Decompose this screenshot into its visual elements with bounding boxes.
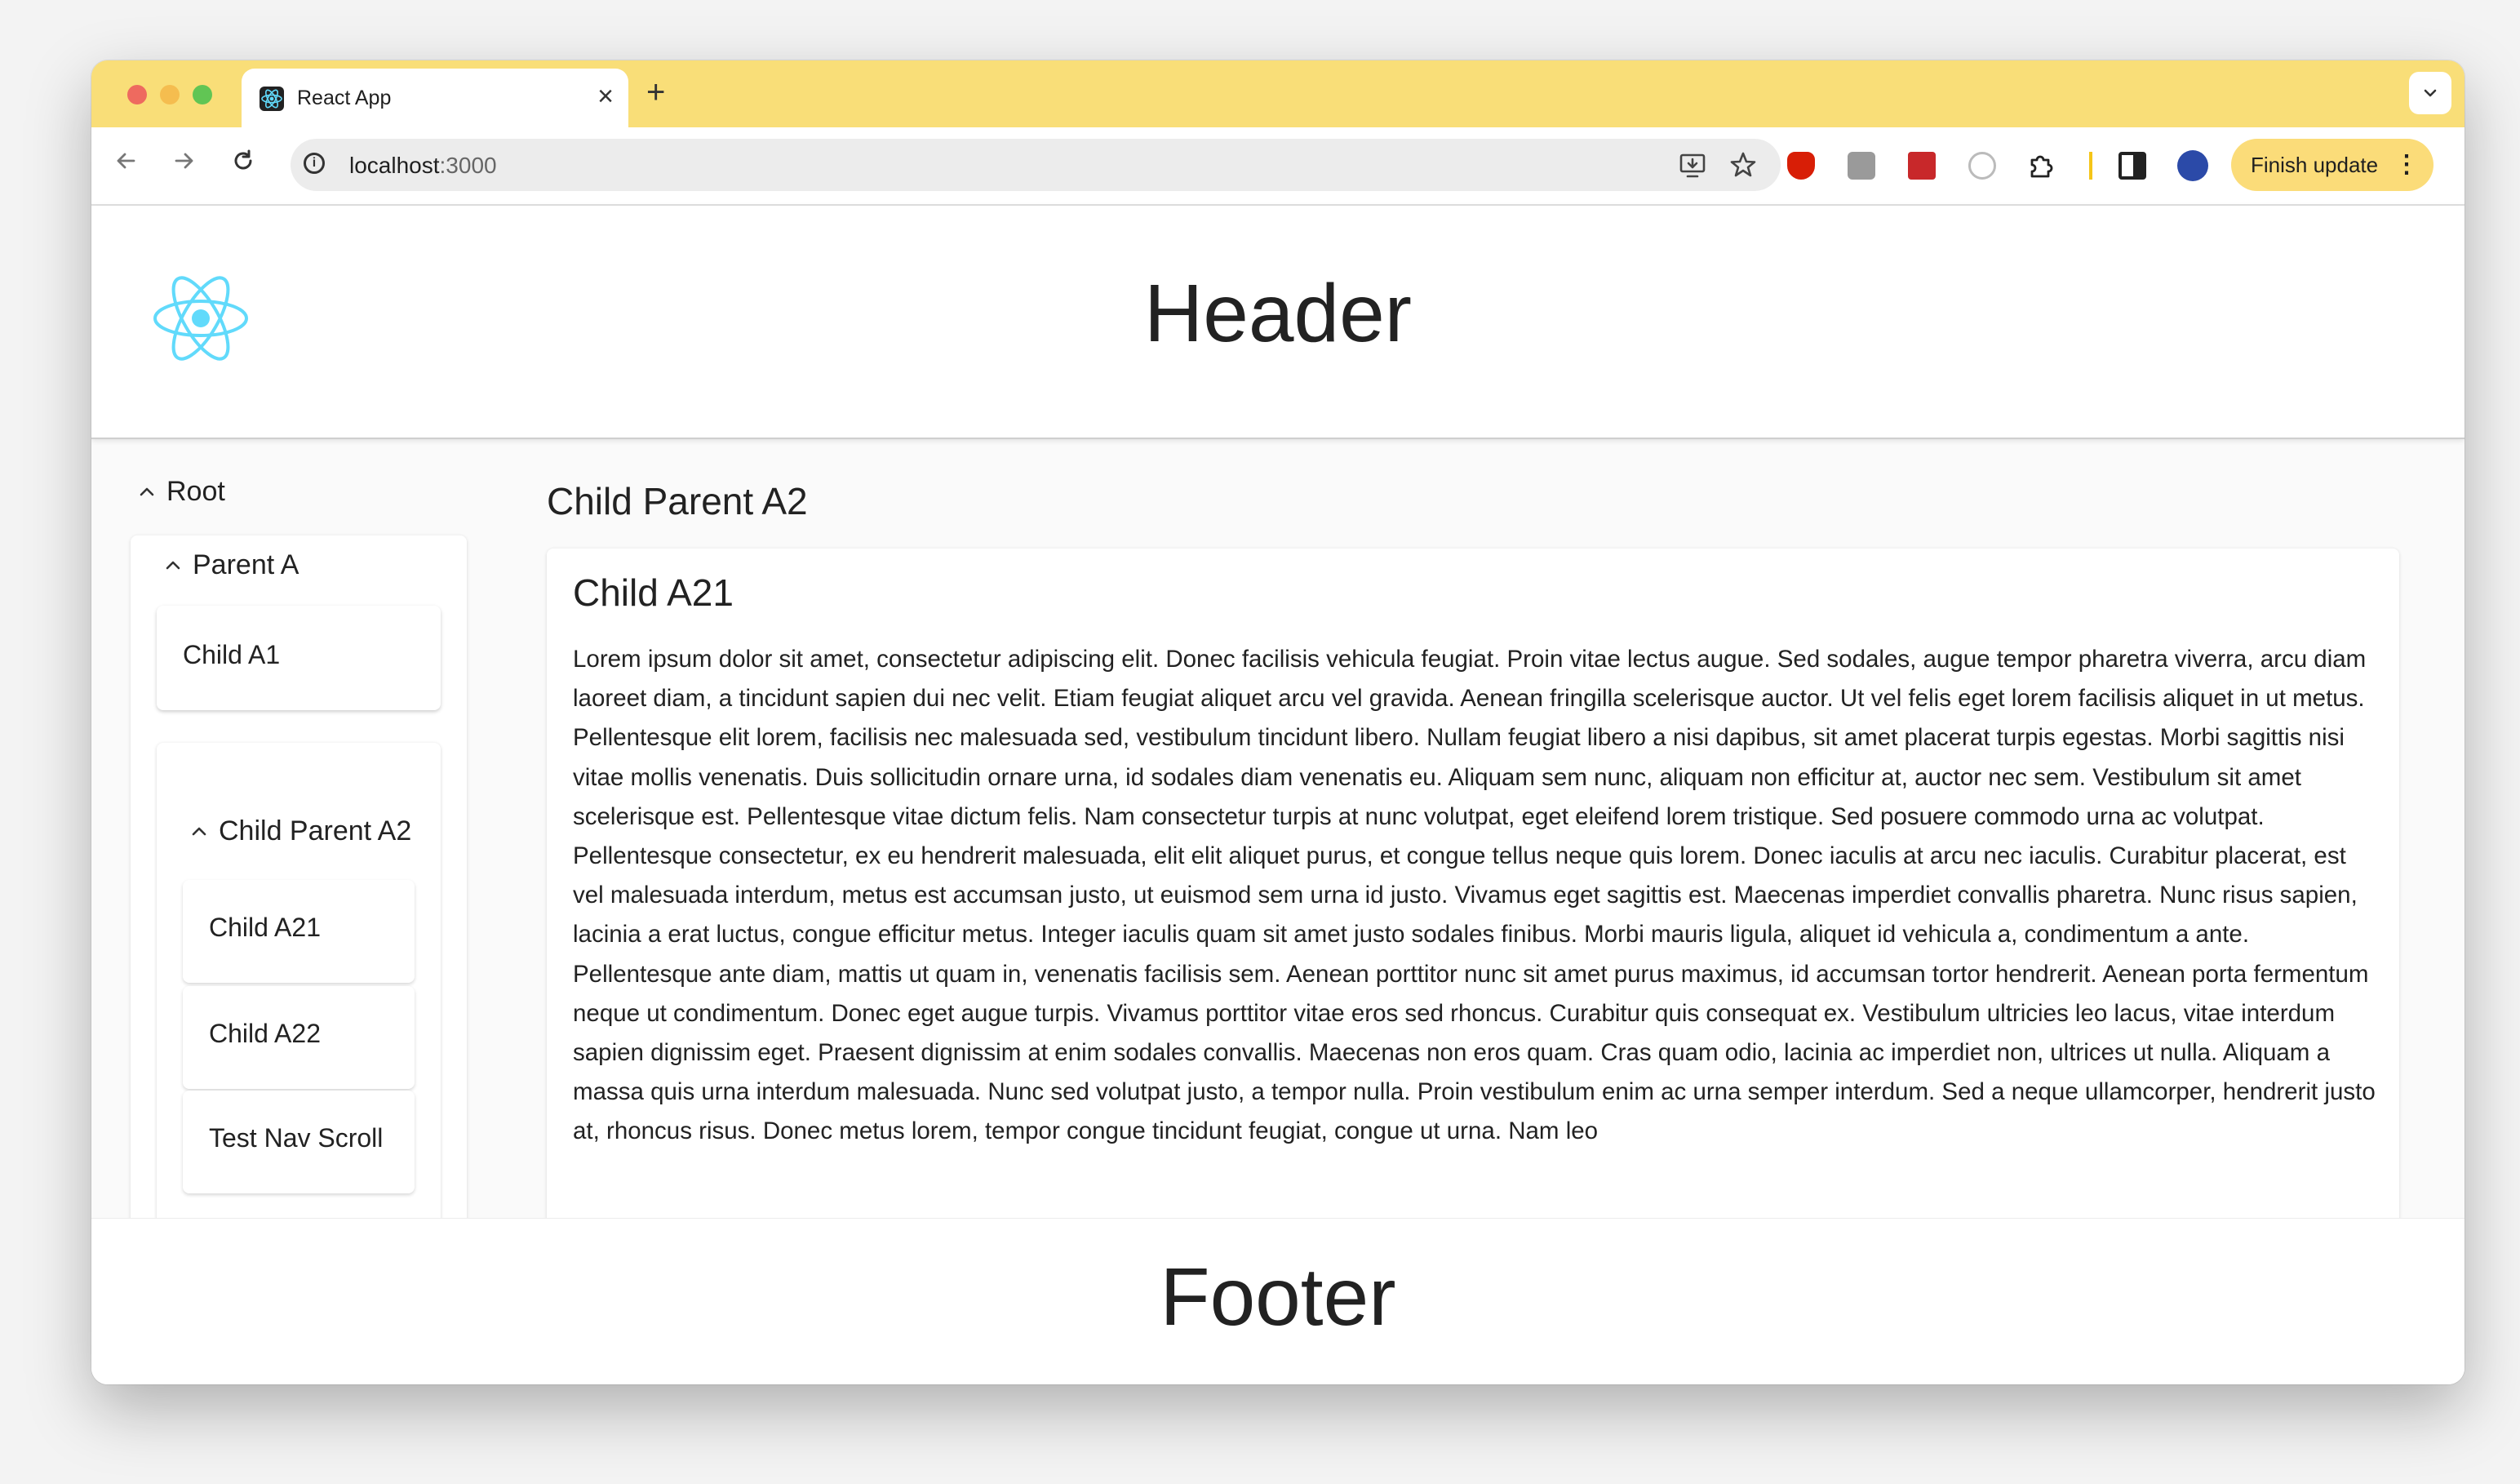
forward-button[interactable] <box>171 147 197 183</box>
header-title: Header <box>1144 268 1412 359</box>
browser-tab-active[interactable]: React App × <box>242 69 628 127</box>
page-viewport: Header Root Parent A Child A1 Child Pare… <box>91 206 2465 1384</box>
section-title: Child Parent A2 <box>547 480 808 522</box>
nav-item-label: Child A1 <box>183 640 281 669</box>
new-tab-button[interactable]: + <box>646 72 665 113</box>
chevron-up-icon <box>166 561 180 570</box>
footer-title: Footer <box>1160 1251 1396 1343</box>
chevron-down-icon <box>2424 89 2437 97</box>
nav-sidebar: Root Parent A Child A1 Child Parent A2 C… <box>91 439 548 1218</box>
nav-item-label: Child A22 <box>209 1019 321 1048</box>
nav-item-label: Test Nav Scroll <box>209 1123 384 1153</box>
puzzle-icon[interactable] <box>2027 152 2055 180</box>
app-footer: Footer <box>91 1218 2465 1384</box>
arrow-right-icon <box>175 153 193 169</box>
tree-node-parent-a[interactable]: Parent A <box>165 549 299 581</box>
tab-strip: React App × + <box>91 60 2465 127</box>
arrow-left-icon <box>117 153 135 169</box>
ublock-extension-icon[interactable] <box>1787 152 1815 180</box>
nav-item-test-nav-scroll[interactable]: Test Nav Scroll <box>183 1091 415 1193</box>
tab-title: React App <box>297 87 392 109</box>
red-extension-icon[interactable] <box>1908 152 1936 180</box>
side-panel-icon[interactable] <box>2118 152 2146 180</box>
content-card: Child A21 Lorem ipsum dolor sit amet, co… <box>547 549 2399 1226</box>
react-favicon-icon <box>260 87 284 111</box>
nav-item-child-a22[interactable]: Child A22 <box>183 986 415 1089</box>
more-menu-icon[interactable]: ⋮ <box>2394 139 2419 191</box>
toolbar-separator <box>2089 152 2092 180</box>
circle-extension-icon[interactable] <box>1968 152 1996 180</box>
profile-avatar[interactable] <box>2177 150 2208 181</box>
finish-update-label: Finish update <box>2251 153 2379 177</box>
info-icon[interactable]: i <box>304 153 325 174</box>
reload-icon <box>234 149 252 170</box>
back-button[interactable] <box>113 147 139 183</box>
chevron-up-icon <box>140 487 154 496</box>
browser-toolbar: i localhost:3000 Finish update ⋮ <box>91 127 2465 206</box>
browser-window: React App × + i localhost:3000 Finish up… <box>91 60 2465 1384</box>
content-card-title: Child A21 <box>573 571 734 614</box>
tab-close-icon[interactable]: × <box>597 80 614 113</box>
tree-node-child-parent-a2[interactable]: Child Parent A2 <box>191 815 411 847</box>
content-card-body: Lorem ipsum dolor sit amet, consectetur … <box>573 646 2376 1145</box>
app-header: Header <box>91 206 2465 439</box>
nav-item-child-a21[interactable]: Child A21 <box>183 880 415 983</box>
close-window-button[interactable] <box>127 85 147 104</box>
url-text[interactable]: localhost:3000 <box>349 153 497 179</box>
tab-search-button[interactable] <box>2409 72 2451 114</box>
address-bar[interactable]: i localhost:3000 <box>291 139 1781 191</box>
chevron-up-icon <box>192 827 206 836</box>
nav-item-child-a1[interactable]: Child A1 <box>157 606 441 710</box>
minimize-window-button[interactable] <box>160 85 180 104</box>
reload-button[interactable] <box>230 147 256 183</box>
tree-node-root[interactable]: Root <box>139 475 225 508</box>
maximize-window-button[interactable] <box>193 85 212 104</box>
install-app-icon[interactable] <box>1678 150 1707 185</box>
css-extension-icon[interactable] <box>1848 152 1875 180</box>
nav-item-label: Child A21 <box>209 913 321 942</box>
finish-update-button[interactable]: Finish update ⋮ <box>2231 139 2433 191</box>
star-icon[interactable] <box>1728 150 1758 185</box>
